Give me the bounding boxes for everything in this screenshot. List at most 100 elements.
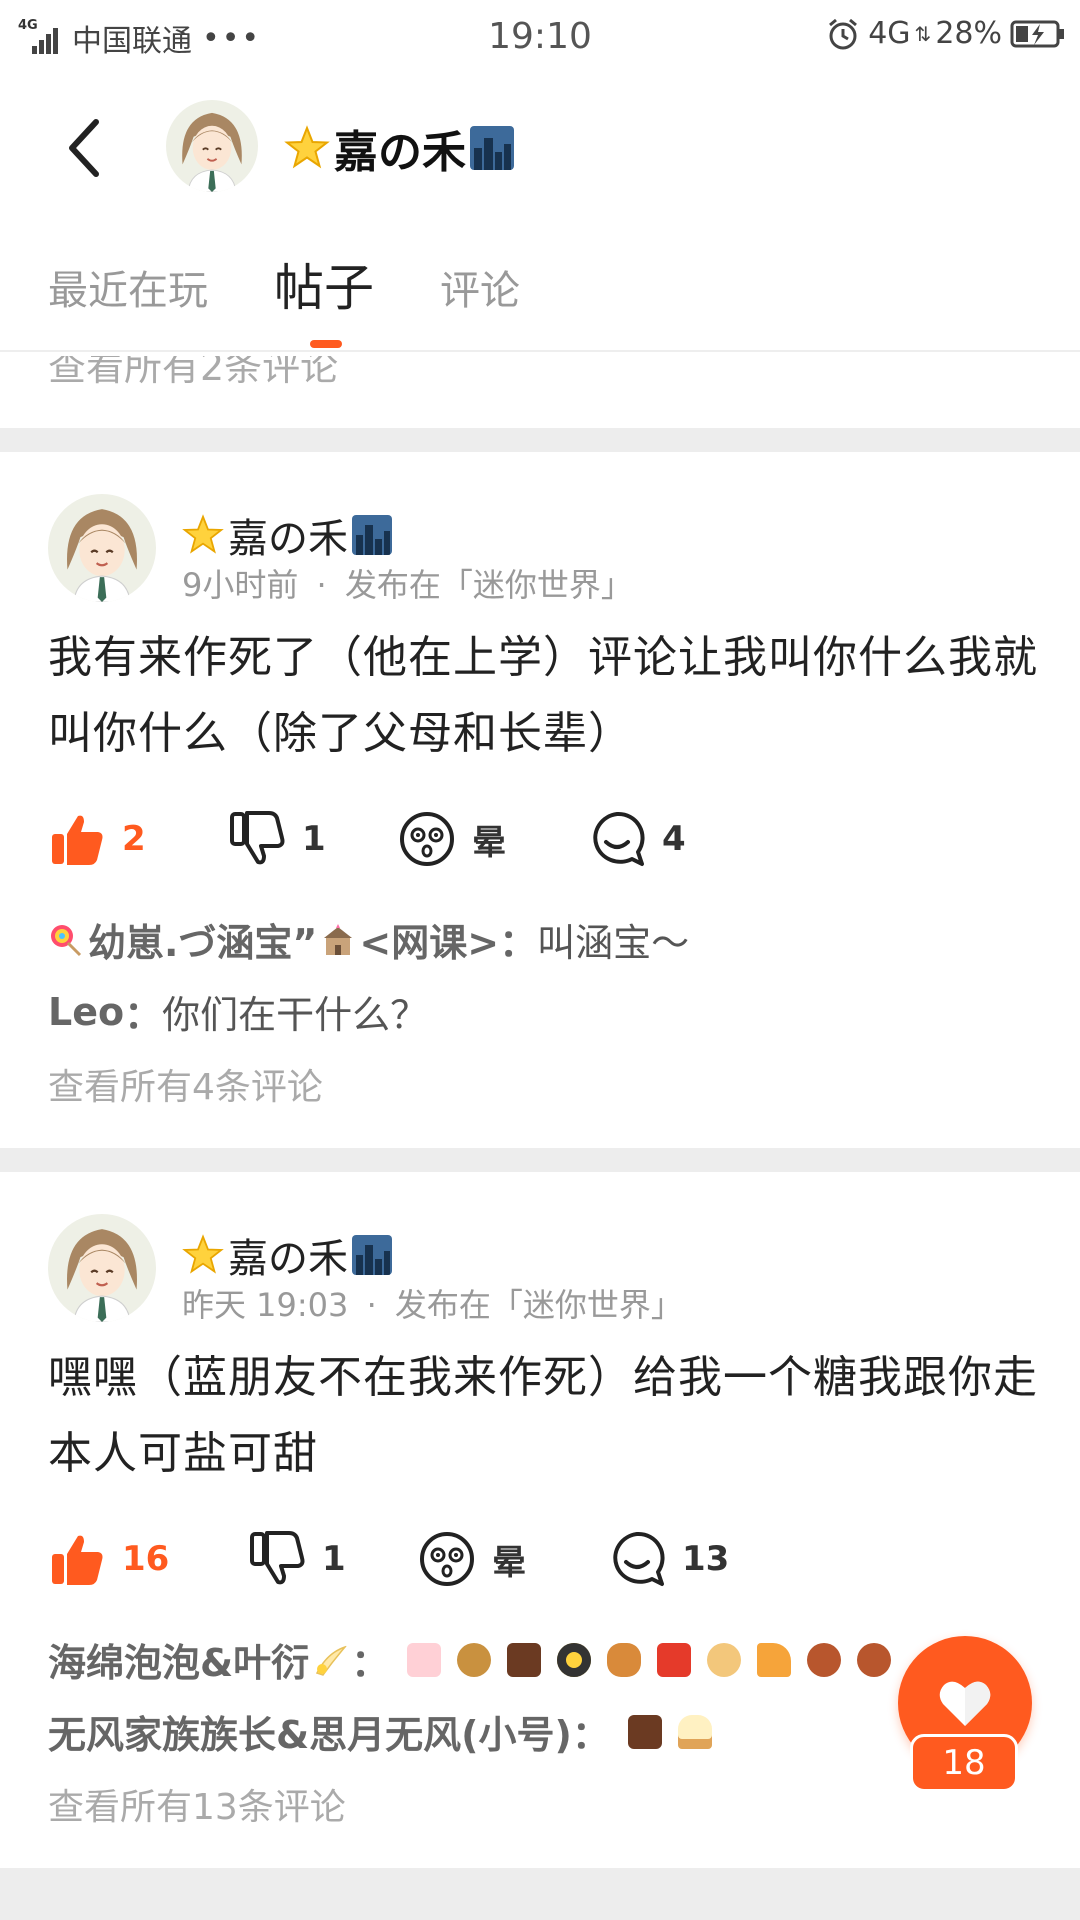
view-all-comments-link[interactable]: 查看所有4条评论 <box>48 1058 323 1110</box>
profile-tabs: 最近在玩 帖子 评论 <box>0 218 1080 352</box>
comment-preview[interactable]: 海绵泡泡&叶衍 ： <box>48 1632 907 1687</box>
meat-on-bone-emoji-icon <box>807 1642 842 1677</box>
profile-name: 嘉の禾 <box>284 116 514 180</box>
frying-pan-emoji-icon <box>557 1642 592 1677</box>
dislike-button[interactable]: 1 <box>228 804 326 874</box>
tab-recently-played[interactable]: 最近在玩 <box>48 258 208 316</box>
post-meta: 9小时前 · 发布在「迷你世界」 <box>182 560 633 606</box>
meta-separator: · <box>366 1286 377 1324</box>
chocolate-emoji-icon <box>627 1714 662 1749</box>
comment-user-suffix: <网课> <box>359 921 500 965</box>
thumbs-up-icon <box>52 1535 103 1585</box>
comment-preview[interactable]: Leo ： 你们在干什么？ <box>48 984 428 1039</box>
battery-label: 28% <box>935 16 1002 51</box>
dizzy-reaction-button[interactable]: 晕 <box>418 1524 526 1594</box>
battery-charging-icon <box>1010 20 1064 47</box>
meat-on-bone-emoji-icon <box>857 1642 892 1677</box>
feed-divider <box>0 1148 1080 1172</box>
comment-count: 13 <box>682 1539 730 1579</box>
network-label: 4G <box>868 16 911 51</box>
avatar[interactable] <box>48 494 156 602</box>
dislike-count: 1 <box>322 1539 346 1579</box>
comment-separator: ： <box>571 1713 610 1757</box>
comment-user: 幼崽.づ涵宝” <box>88 921 318 965</box>
post-body[interactable]: 我有来作死了（他在上学）评论让我叫你什么我就叫你什么（除了父母和长辈） <box>48 620 1038 772</box>
comment-preview[interactable]: 幼崽.づ涵宝” <网课> ： 叫涵宝～ <box>48 912 689 967</box>
avatar[interactable] <box>166 100 258 192</box>
post-time: 9小时前 <box>182 566 299 604</box>
cityscape-emoji-icon <box>470 126 514 170</box>
comet-emoji-icon <box>316 1645 348 1676</box>
comment-button[interactable]: 13 <box>608 1524 729 1594</box>
burger-emoji-icon <box>607 1642 642 1677</box>
profile-name-text: 嘉の禾 <box>334 127 466 178</box>
meta-separator: · <box>316 566 327 604</box>
dislike-count: 1 <box>302 819 326 859</box>
feed-divider <box>0 1868 1080 1920</box>
avatar[interactable] <box>48 1214 156 1322</box>
spaghetti-emoji-icon <box>707 1642 742 1677</box>
post-author-name: 嘉の禾 <box>228 516 348 562</box>
heart-icon <box>939 1681 991 1726</box>
profile-header: 嘉の禾 <box>0 78 1080 218</box>
like-count: 2 <box>122 819 146 859</box>
star-emoji-icon <box>182 1234 224 1274</box>
comment-user: 海绵泡泡&叶衍 <box>48 1641 310 1685</box>
comment-separator: ： <box>124 993 163 1037</box>
post-author[interactable]: 嘉の禾 <box>182 506 392 564</box>
comment-preview[interactable]: 无风家族族长&思月无风(小号) ： <box>48 1704 728 1759</box>
post-author-name: 嘉の禾 <box>228 1236 348 1282</box>
chocolate-emoji-icon <box>507 1642 542 1677</box>
comment-text: 你们在干什么？ <box>162 993 429 1037</box>
like-button[interactable]: 16 <box>48 1524 169 1594</box>
post-meta: 昨天 19:03 · 发布在「迷你世界」 <box>182 1280 683 1326</box>
floating-like-count: 18 <box>910 1734 1018 1792</box>
post-channel[interactable]: 发布在「迷你世界」 <box>395 1286 683 1324</box>
comment-user: Leo <box>48 989 125 1034</box>
dizzy-face-icon <box>420 1532 474 1586</box>
view-all-comments-link[interactable]: 查看所有13条评论 <box>48 1778 346 1830</box>
tab-indicator <box>310 340 342 348</box>
cityscape-emoji-icon <box>352 515 392 555</box>
dizzy-label: 晕 <box>492 1542 526 1583</box>
dizzy-label: 晕 <box>472 822 506 863</box>
comment-button[interactable]: 4 <box>588 804 686 874</box>
comment-bubble-icon <box>613 1531 665 1586</box>
dislike-button[interactable]: 1 <box>248 1524 346 1594</box>
dizzy-face-icon <box>400 812 454 866</box>
feed-divider <box>0 428 1080 452</box>
thumbs-down-icon <box>230 811 285 865</box>
post-channel[interactable]: 发布在「迷你世界」 <box>345 566 633 604</box>
thumbs-down-icon <box>250 1531 305 1585</box>
back-icon[interactable] <box>60 116 110 180</box>
thumbs-up-icon <box>52 815 103 865</box>
post-actions: 2 1 晕 4 <box>48 804 948 874</box>
like-button[interactable]: 2 <box>48 804 146 874</box>
comment-separator: ： <box>499 921 538 965</box>
post-body[interactable]: 嘿嘿（蓝朋友不在我来作死）给我一个糖我跟你走本人可盐可甜 <box>48 1340 1038 1492</box>
status-bar: 4G 中国联通 ••• 19:10 4G ⇅ 28% <box>0 0 1080 78</box>
cake-emoji-icon <box>407 1642 442 1677</box>
post-actions: 16 1 晕 13 <box>48 1524 948 1594</box>
comment-text: 叫涵宝～ <box>537 921 690 965</box>
star-emoji-icon <box>284 125 330 169</box>
alarm-icon <box>829 18 858 49</box>
cityscape-emoji-icon <box>352 1235 392 1275</box>
post-card: 嘉の禾 9小时前 · 发布在「迷你世界」 我有来作死了（他在上学）评论让我叫你什… <box>0 452 1080 1160</box>
ice-cream-emoji-icon <box>677 1714 712 1749</box>
comment-separator: ： <box>351 1641 390 1685</box>
cookie-emoji-icon <box>457 1642 492 1677</box>
post-author[interactable]: 嘉の禾 <box>182 1226 392 1284</box>
comment-bubble-icon <box>593 811 645 866</box>
star-emoji-icon <box>182 514 224 554</box>
post-time: 昨天 19:03 <box>182 1286 349 1324</box>
pizza-emoji-icon <box>757 1642 792 1677</box>
comment-user: 无风家族族长&思月无风(小号) <box>48 1713 572 1757</box>
comment-count: 4 <box>662 819 686 859</box>
wedding-chapel-emoji-icon <box>324 923 353 955</box>
tab-comments[interactable]: 评论 <box>440 258 520 316</box>
like-count: 16 <box>122 1539 170 1579</box>
tab-posts[interactable]: 帖子 <box>274 248 374 320</box>
dizzy-reaction-button[interactable]: 晕 <box>398 804 506 874</box>
fries-emoji-icon <box>657 1642 692 1677</box>
